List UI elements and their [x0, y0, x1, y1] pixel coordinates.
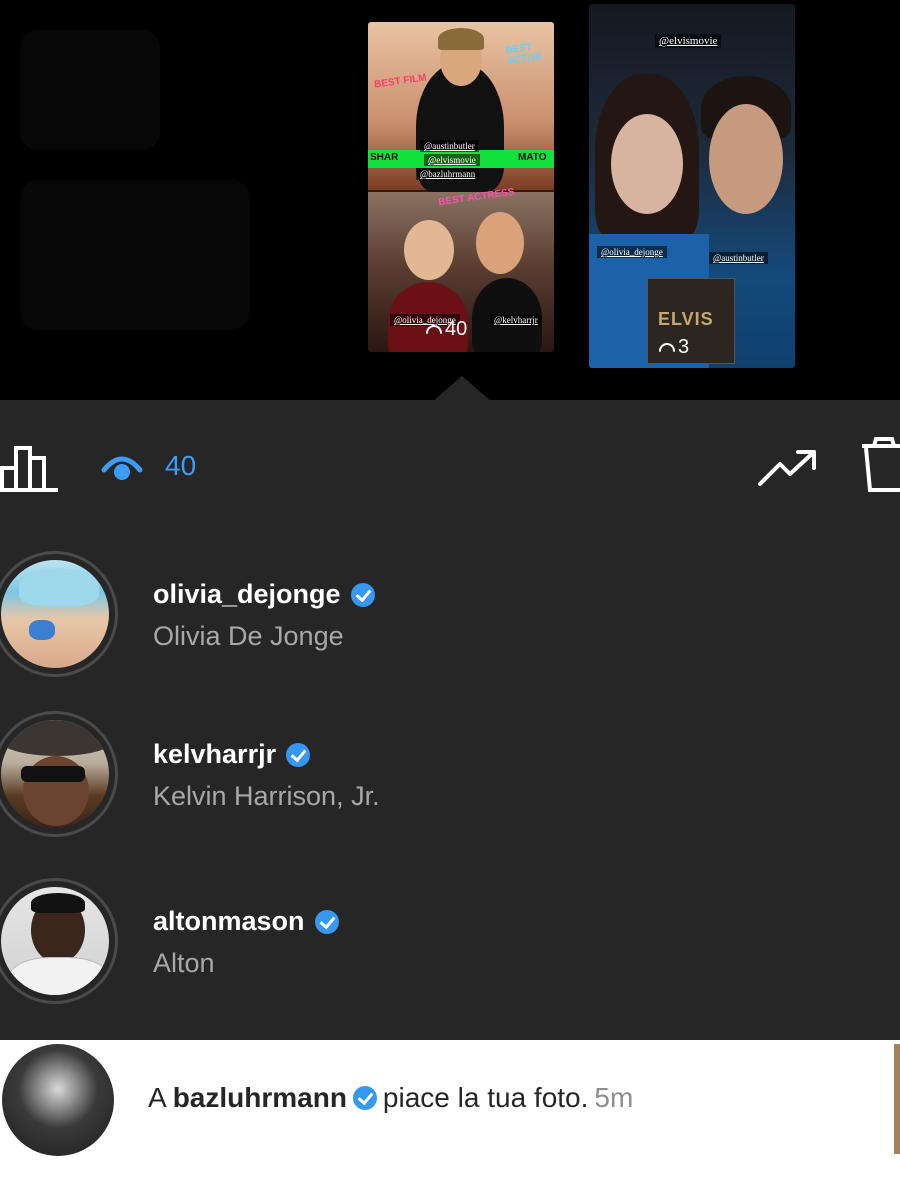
best-film-sticker: BEST FILM: [373, 72, 428, 91]
story-thumbnail-selected[interactable]: BEST FILM BEST ACTOR SHAR MATO @austinbu…: [368, 22, 554, 352]
viewers-panel: 40 olivia_dejonge Olivia De Jonge kelvha…: [0, 400, 900, 1040]
viewer-username[interactable]: altonmason: [153, 906, 339, 937]
avatar[interactable]: [0, 878, 118, 1004]
story-strip: BEST FILM BEST ACTOR SHAR MATO @austinbu…: [0, 0, 900, 402]
best-actor-sticker: BEST ACTOR: [504, 41, 543, 68]
mention-tag: @elvismovie: [655, 34, 722, 48]
viewer-full-name: Kelvin Harrison, Jr.: [153, 781, 380, 811]
viewer-username[interactable]: kelvharrjr: [153, 739, 311, 770]
eye-icon[interactable]: [100, 450, 144, 489]
trending-up-icon[interactable]: [758, 448, 818, 493]
blurred-background-shape: [20, 30, 160, 150]
notification-text: A bazluhrmann piace la tua foto. 5m: [148, 1082, 633, 1114]
viewer-full-name: Olivia De Jonge: [153, 621, 344, 651]
notification-message: piace la tua foto.: [382, 1082, 589, 1113]
face: [404, 220, 454, 280]
eye-icon: [426, 324, 442, 335]
notification-prefix: A: [148, 1082, 167, 1113]
trash-icon[interactable]: [862, 436, 900, 499]
hair: [438, 28, 484, 50]
selection-pointer: [432, 376, 492, 402]
post-thumbnail[interactable]: [894, 1044, 900, 1154]
blurred-background-shape: [20, 180, 250, 330]
hair: [31, 893, 85, 913]
notification-username[interactable]: bazluhrmann: [173, 1082, 347, 1114]
story-thumbnail[interactable]: @elvismovie @olivia_dejonge @austinbutle…: [589, 4, 795, 368]
avatar[interactable]: [0, 551, 118, 677]
like-notification[interactable]: A bazluhrmann piace la tua foto. 5m: [0, 1040, 900, 1160]
mention-tag: @elvismovie: [424, 154, 480, 166]
mention-tag: @olivia_dejonge: [597, 246, 667, 258]
viewer-row[interactable]: olivia_dejonge Olivia De Jonge: [0, 545, 900, 685]
story-photo-top: BEST FILM BEST ACTOR SHAR MATO @austinbu…: [368, 22, 554, 192]
hat: [19, 568, 99, 606]
bar-chart-icon[interactable]: [0, 444, 60, 497]
verified-badge-icon: [286, 742, 311, 767]
verified-badge-icon: [352, 1086, 377, 1110]
avatar[interactable]: [2, 1044, 114, 1156]
white-jacket: [9, 957, 109, 995]
face: [611, 114, 683, 214]
viewer-row[interactable]: kelvharrjr Kelvin Harrison, Jr.: [0, 705, 900, 845]
story-toolbar: 40: [0, 430, 900, 500]
story-view-count: 40: [426, 318, 467, 341]
notification-time: 5m: [594, 1082, 634, 1113]
hat: [1, 720, 109, 756]
mention-tag: @kelvharrjr: [490, 314, 542, 326]
face-paint: [29, 620, 55, 640]
bottom-area: [0, 1160, 900, 1200]
viewer-row[interactable]: altonmason Alton: [0, 872, 900, 1012]
viewer-full-name: Alton: [153, 948, 215, 978]
verified-badge-icon: [350, 582, 375, 607]
viewer-username[interactable]: olivia_dejonge: [153, 579, 375, 610]
face: [709, 104, 783, 214]
mention-tag: @bazluhrmann: [416, 168, 480, 180]
banner-text-right: MATO: [518, 152, 547, 163]
story-view-count: 3: [659, 336, 689, 359]
banner-text-left: SHAR: [370, 152, 399, 163]
mention-tag: @austinbutler: [420, 140, 479, 152]
sunglasses: [21, 766, 85, 782]
avatar[interactable]: [0, 711, 118, 837]
verified-badge-icon: [314, 909, 339, 934]
views-count[interactable]: 40: [165, 450, 196, 482]
eye-icon: [659, 342, 675, 353]
mention-tag: @austinbutler: [709, 252, 768, 264]
face: [476, 212, 524, 274]
